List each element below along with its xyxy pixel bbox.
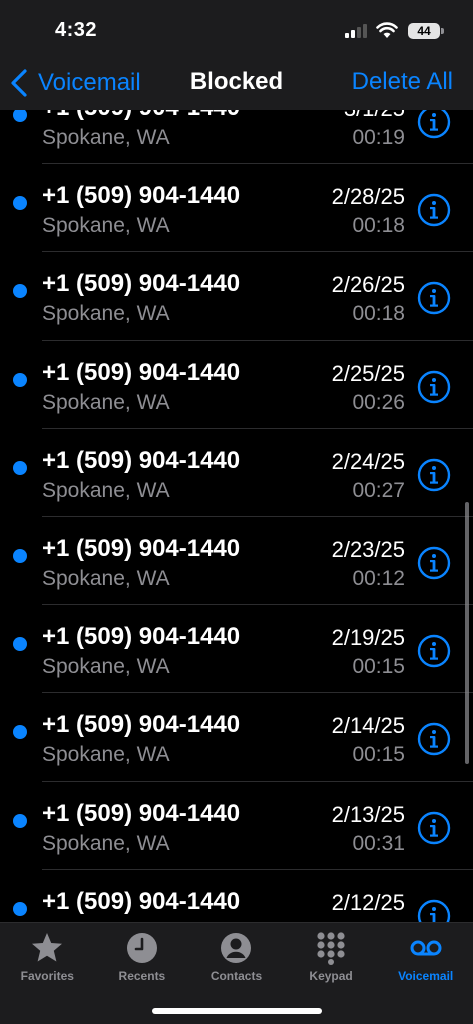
tab-label-contacts: Contacts [210,969,263,983]
unread-indicator [13,725,27,740]
voicemail-row[interactable]: +1 (509) 904-1440 Spokane, WA 2/14/25 00… [0,693,473,782]
voicemail-duration: 00:26 [352,390,405,414]
info-icon[interactable] [417,899,451,922]
caller-number: +1 (509) 904-1440 [42,182,241,210]
caller-number: +1 (509) 904-1440 [42,446,241,474]
voicemail-icon [410,940,442,956]
voicemail-row[interactable]: +1 (509) 904-1440 Spokane, WA 2/13/25 00… [0,782,473,870]
back-button[interactable]: Voicemail [10,66,141,100]
caller-number: +1 (509) 904-1440 [42,711,241,739]
info-icon[interactable] [417,458,451,492]
status-bar: 4:32 44 [0,0,473,60]
caller-location: Spokane, WA [42,302,170,326]
caller-location: Spokane, WA [42,478,170,502]
voicemail-date: 3/1/25 [344,110,405,122]
voicemail-row[interactable]: +1 (509) 904-1440 Spokane, WA 3/1/25 00:… [0,110,473,165]
caller-location: Spokane, WA [42,566,170,590]
tab-favorites[interactable]: Favorites [0,931,95,991]
voicemail-date: 2/24/25 [331,448,405,474]
voicemail-row[interactable]: +1 (509) 904-1440 Spokane, WA 2/19/25 00… [0,605,473,694]
info-icon[interactable] [417,811,451,845]
voicemail-duration: 00:31 [352,831,405,855]
delete-all-button[interactable]: Delete All [352,68,453,96]
home-indicator[interactable] [152,1008,322,1014]
unread-indicator [13,637,27,652]
tab-label-recents: Recents [118,969,166,983]
info-icon[interactable] [417,370,451,404]
back-button-label: Voicemail [38,69,141,96]
caller-location: Spokane, WA [42,390,170,414]
tab-label-favorites: Favorites [20,969,74,983]
tab-contacts[interactable]: Contacts [189,931,284,991]
caller-location: Spokane, WA [42,655,170,679]
voicemail-duration: 00:27 [352,478,405,502]
voicemail-row[interactable]: +1 (509) 904-1440 Spokane, WA 2/28/25 00… [0,164,473,253]
star-icon [32,933,63,962]
voicemail-row[interactable]: +1 (509) 904-1440 Spokane, WA 2/25/25 00… [0,341,473,429]
keypad-icon [317,932,345,965]
caller-location: Spokane, WA [42,126,170,149]
tab-label-keypad: Keypad [309,969,353,983]
battery-icon: 44 [408,23,440,39]
caller-number: +1 (509) 904-1440 [42,623,241,651]
voicemail-row[interactable]: +1 (509) 904-1440 Spokane, WA 2/12/25 [0,870,473,922]
unread-indicator [13,372,27,387]
caller-number: +1 (509) 904-1440 [42,887,241,915]
scroll-indicator[interactable] [465,502,469,764]
info-icon[interactable] [417,110,451,139]
voicemail-date: 2/26/25 [331,272,405,298]
voicemail-duration: 00:18 [352,302,405,326]
voicemail-date: 2/13/25 [331,801,405,827]
caller-location: Spokane, WA [42,831,170,855]
unread-indicator [13,548,27,563]
tab-keypad[interactable]: Keypad [284,931,379,991]
voicemail-row[interactable]: +1 (509) 904-1440 Spokane, WA 2/26/25 00… [0,252,473,341]
voicemail-duration: 00:12 [352,566,405,590]
info-icon[interactable] [417,634,451,668]
caller-number: +1 (509) 904-1440 [42,799,241,827]
cellular-signal-icon [345,24,369,38]
voicemail-date: 2/12/25 [331,889,405,915]
voicemail-date: 2/19/25 [331,625,405,651]
info-icon[interactable] [417,546,451,580]
caller-number: +1 (509) 904-1440 [42,270,241,298]
voicemail-duration: 00:15 [352,743,405,767]
voicemail-date: 2/25/25 [331,360,405,386]
voicemail-duration: 00:15 [352,655,405,679]
unread-indicator [13,284,27,299]
voicemail-duration: 00:18 [352,214,405,238]
blocked-voicemail-list[interactable]: +1 (509) 904-1440 Spokane, WA 3/1/25 00:… [0,110,473,922]
status-time: 4:32 [55,19,98,41]
voicemail-row[interactable]: +1 (509) 904-1440 Spokane, WA 2/23/25 00… [0,517,473,606]
unread-indicator [13,901,27,916]
caller-location: Spokane, WA [42,214,170,238]
caller-number: +1 (509) 904-1440 [42,534,241,562]
person-icon [221,933,252,963]
voicemail-date: 2/23/25 [331,536,405,562]
navigation-bar: Voicemail Blocked Delete All [0,60,473,110]
wifi-icon [376,22,398,38]
voicemail-list-content: +1 (509) 904-1440 Spokane, WA 3/1/25 00:… [0,110,473,922]
caller-number: +1 (509) 904-1440 [42,110,240,122]
tab-voicemail[interactable]: Voicemail [378,931,473,991]
chevron-left-icon [11,69,27,97]
unread-indicator [13,460,27,475]
voicemail-duration: 00:19 [352,126,405,149]
info-icon[interactable] [417,193,451,227]
clock-icon [126,933,157,963]
info-icon[interactable] [417,281,451,315]
caller-location: Spokane, WA [42,743,170,767]
voicemail-date: 2/14/25 [331,713,405,739]
unread-indicator [13,196,27,211]
voicemail-row[interactable]: +1 (509) 904-1440 Spokane, WA 2/24/25 00… [0,429,473,517]
tab-label-voicemail: Voicemail [398,969,454,983]
unread-indicator [13,813,27,828]
battery-nub [441,28,444,34]
unread-indicator [13,110,27,122]
voicemail-date: 2/28/25 [331,184,405,210]
info-icon[interactable] [417,722,451,756]
tab-recents[interactable]: Recents [95,931,190,991]
caller-number: +1 (509) 904-1440 [42,358,241,386]
